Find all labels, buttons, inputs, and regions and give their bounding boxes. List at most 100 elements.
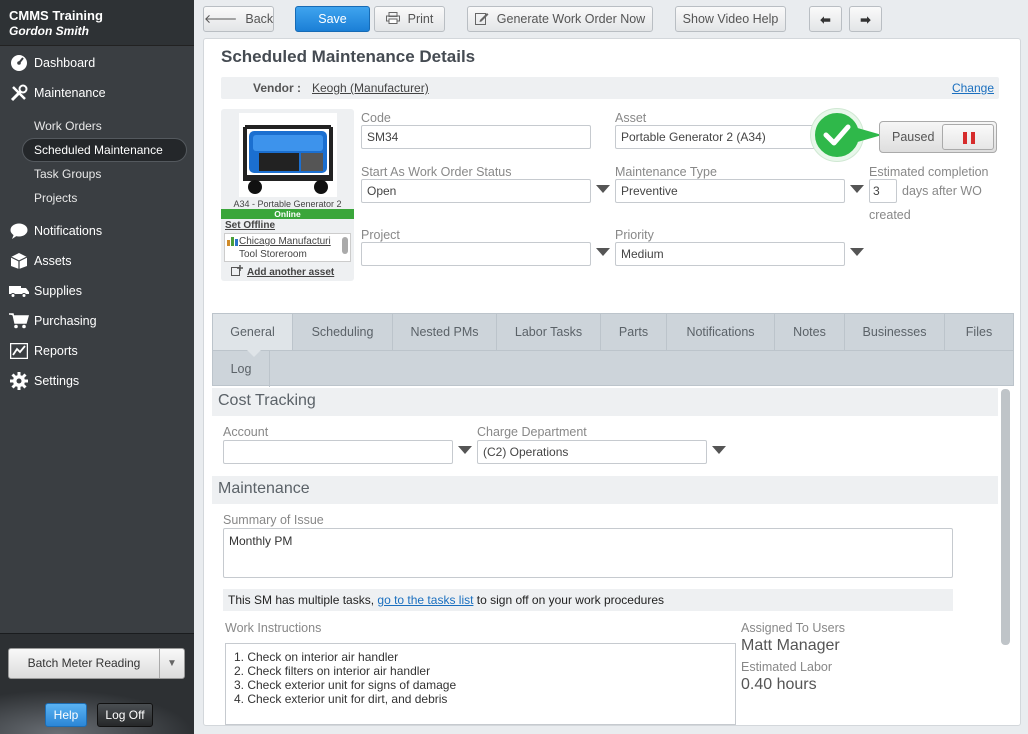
nav-settings-label: Settings	[34, 374, 80, 388]
chevron-down-icon[interactable]	[712, 446, 726, 454]
nav-reports[interactable]: Reports	[0, 336, 194, 366]
vendor-label: Vendor :	[253, 81, 302, 95]
tasks-list-link[interactable]: go to the tasks list	[377, 593, 473, 607]
tab-log[interactable]: Log	[213, 351, 270, 387]
nav-dashboard-label: Dashboard	[34, 56, 96, 70]
print-button[interactable]: Print	[374, 6, 445, 32]
generate-label: Generate Work Order Now	[496, 12, 646, 26]
instruction-line: 2. Check filters on interior air handler	[234, 664, 431, 678]
instruction-line: 3. Check exterior unit for signs of dama…	[234, 678, 457, 692]
start-status-select[interactable]: Open	[361, 179, 591, 203]
charge-department-select[interactable]: (C2) Operations	[477, 440, 707, 464]
tab-parts[interactable]: Parts	[601, 314, 667, 350]
location-item[interactable]: Chicago Manufacturi	[239, 236, 331, 247]
work-instructions-box[interactable]: 1. Check on interior air handler 2. Chec…	[225, 643, 736, 725]
change-vendor-link[interactable]: Change	[952, 81, 994, 95]
subnav-scheduled-maintenance[interactable]: Scheduled Maintenance	[22, 138, 187, 162]
speech-bubble-icon	[9, 222, 29, 240]
batch-meter-reading-button[interactable]: Batch Meter Reading ▼	[8, 648, 185, 679]
project-select[interactable]	[361, 242, 591, 266]
show-video-help-button[interactable]: Show Video Help	[675, 6, 786, 32]
chevron-down-icon[interactable]	[850, 248, 864, 256]
subnav-projects[interactable]: Projects	[0, 186, 194, 210]
toolbar: 🡐 Back Save Print Generate Work Order No…	[194, 0, 1028, 38]
nav-purchasing[interactable]: Purchasing	[0, 306, 194, 336]
page-title: Scheduled Maintenance Details	[221, 47, 476, 66]
general-tab-content: Cost Tracking Account Charge Department …	[212, 387, 998, 725]
previous-record-button[interactable]: ⬅	[809, 6, 842, 32]
arrow-right-icon: ➡	[860, 12, 871, 27]
instruction-line: 1. Check on interior air handler	[234, 650, 399, 664]
nav-settings[interactable]: Settings	[0, 366, 194, 396]
work-instructions-label: Work Instructions	[225, 621, 322, 635]
nav-reports-label: Reports	[34, 344, 78, 358]
account-label: Account	[223, 425, 269, 439]
box-icon	[9, 252, 29, 270]
tab-general[interactable]: General	[213, 314, 293, 350]
gear-icon	[9, 372, 29, 390]
content-scrollbar[interactable]	[1001, 389, 1010, 645]
chevron-down-icon[interactable]: ▼	[160, 658, 184, 669]
chevron-down-icon[interactable]	[596, 248, 610, 256]
assigned-user[interactable]: Matt Manager	[741, 637, 840, 655]
chevron-down-icon[interactable]	[850, 185, 864, 193]
pause-button[interactable]	[942, 124, 994, 150]
generate-work-order-button[interactable]: Generate Work Order Now	[467, 6, 653, 32]
tasks-info-text-2: to sign off on your work procedures	[476, 593, 664, 607]
add-another-asset-link[interactable]: Add another asset	[231, 265, 334, 280]
estimated-completion-input[interactable]: 3	[869, 179, 897, 203]
priority-select[interactable]: Medium	[615, 242, 845, 266]
vendor-link[interactable]: Keogh (Manufacturer)	[312, 81, 429, 95]
code-field[interactable]: SM34	[361, 125, 591, 149]
nav-supplies[interactable]: Supplies	[0, 276, 194, 306]
estimated-labor-label: Estimated Labor	[741, 660, 833, 674]
maintenance-heading: Maintenance	[212, 476, 998, 504]
detail-tabs: General Scheduling Nested PMs Labor Task…	[212, 313, 1014, 387]
nav-supplies-label: Supplies	[34, 284, 82, 298]
tab-notes[interactable]: Notes	[775, 314, 845, 350]
tab-notifications[interactable]: Notifications	[667, 314, 775, 350]
dashboard-icon	[9, 54, 29, 72]
nav-assets[interactable]: Assets	[0, 246, 194, 276]
chevron-down-icon[interactable]	[458, 446, 472, 454]
add-asset-icon	[231, 265, 243, 280]
summary-textarea[interactable]: Monthly PM	[223, 528, 953, 578]
maintenance-subnav: Work Orders Scheduled Maintenance Task G…	[0, 108, 194, 216]
estimated-completion-suffix-2: created	[869, 208, 911, 222]
maintenance-type-label: Maintenance Type	[615, 165, 717, 179]
subnav-work-orders[interactable]: Work Orders	[0, 114, 194, 138]
tab-scheduling[interactable]: Scheduling	[293, 314, 393, 350]
nav-purchasing-label: Purchasing	[34, 314, 97, 328]
user-name: Gordon Smith	[9, 24, 89, 38]
tab-nested-pms[interactable]: Nested PMs	[393, 314, 497, 350]
log-off-button[interactable]: Log Off	[97, 703, 153, 727]
assigned-users-label: Assigned To Users	[741, 621, 845, 635]
back-label: Back	[245, 12, 274, 26]
location-scrollbar[interactable]	[342, 237, 348, 254]
generator-image[interactable]	[239, 113, 337, 197]
next-record-button[interactable]: ➡	[849, 6, 882, 32]
code-label: Code	[361, 111, 391, 125]
tab-labor-tasks[interactable]: Labor Tasks	[497, 314, 601, 350]
nav-notifications[interactable]: Notifications	[0, 216, 194, 246]
pause-toggle[interactable]: Paused	[879, 121, 997, 153]
maintenance-type-select[interactable]: Preventive	[615, 179, 845, 203]
tab-row-2: Log	[213, 350, 1013, 387]
back-button[interactable]: 🡐 Back	[203, 6, 274, 32]
location-list[interactable]: Chicago Manufacturi Tool Storeroom	[224, 233, 351, 262]
nav-dashboard[interactable]: Dashboard	[0, 48, 194, 78]
save-label: Save	[318, 12, 347, 26]
help-button[interactable]: Help	[45, 703, 87, 727]
save-button[interactable]: Save	[295, 6, 370, 32]
asset-caption: A34 - Portable Generator 2	[233, 199, 342, 209]
set-offline-link[interactable]: Set Offline	[225, 220, 275, 231]
arrow-left-icon: 🡐	[203, 11, 238, 26]
instruction-line: 4. Check exterior unit for dirt, and deb…	[234, 692, 448, 706]
tab-businesses[interactable]: Businesses	[845, 314, 945, 350]
tab-files[interactable]: Files	[945, 314, 1013, 350]
subnav-task-groups[interactable]: Task Groups	[0, 162, 194, 186]
chevron-down-icon[interactable]	[596, 185, 610, 193]
chart-icon	[9, 342, 29, 360]
account-select[interactable]	[223, 440, 453, 464]
nav-maintenance[interactable]: Maintenance	[0, 78, 194, 108]
